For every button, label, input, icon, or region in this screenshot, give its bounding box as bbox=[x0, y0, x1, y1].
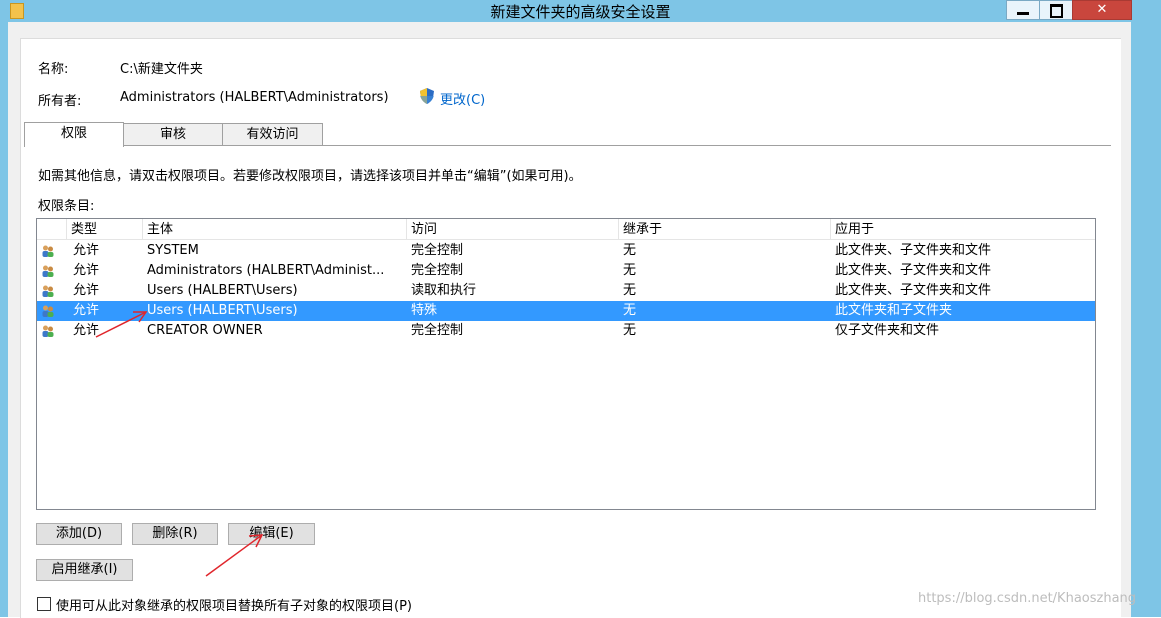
tab-effective-access[interactable]: 有效访问 bbox=[222, 123, 323, 146]
cell-inherited-from: 无 bbox=[623, 303, 637, 318]
close-button[interactable]: ✕ bbox=[1072, 0, 1132, 20]
cell-inherited-from: 无 bbox=[623, 263, 637, 278]
users-icon bbox=[42, 265, 54, 277]
cell-principal: Users (HALBERT\Users) bbox=[147, 283, 298, 298]
cell-applies-to: 此文件夹、子文件夹和文件 bbox=[835, 243, 992, 258]
cell-access: 读取和执行 bbox=[411, 283, 477, 298]
table-row[interactable]: 允许 CREATOR OWNER 完全控制 无 仅子文件夹和文件 bbox=[37, 321, 1095, 341]
cell-type: 允许 bbox=[73, 283, 100, 298]
header-principal[interactable]: 主体 bbox=[143, 219, 407, 239]
tab-permissions[interactable]: 权限 bbox=[24, 122, 124, 147]
owner-label: 所有者: bbox=[38, 94, 82, 109]
header-applies-to[interactable]: 应用于 bbox=[831, 219, 1095, 239]
maximize-icon bbox=[1050, 4, 1063, 18]
table-row[interactable]: 允许 Administrators (HALBERT\Administ... 完… bbox=[37, 261, 1095, 281]
tab-divider bbox=[24, 145, 1111, 146]
hint-text: 如需其他信息，请双击权限项目。若要修改权限项目，请选择该项目并单击“编辑”(如果… bbox=[38, 169, 582, 184]
remove-button[interactable]: 删除(R) bbox=[132, 523, 218, 545]
edit-button[interactable]: 编辑(E) bbox=[228, 523, 315, 545]
owner-value: Administrators (HALBERT\Administrators) bbox=[120, 90, 389, 105]
table-row[interactable]: 允许 Users (HALBERT\Users) 读取和执行 无 此文件夹、子文… bbox=[37, 281, 1095, 301]
minimize-button[interactable] bbox=[1006, 0, 1040, 20]
title-bar: 新建文件夹的高级安全设置 ✕ bbox=[0, 0, 1161, 22]
cell-applies-to: 仅子文件夹和文件 bbox=[835, 323, 940, 338]
name-label: 名称: bbox=[38, 62, 69, 77]
list-header: 类型 主体 访问 继承于 应用于 bbox=[37, 219, 1095, 240]
name-value: C:\新建文件夹 bbox=[120, 62, 203, 77]
users-icon bbox=[42, 305, 54, 317]
cell-principal: Users (HALBERT\Users) bbox=[147, 303, 298, 318]
tab-auditing[interactable]: 审核 bbox=[123, 123, 223, 146]
window-title: 新建文件夹的高级安全设置 bbox=[490, 3, 671, 21]
users-icon bbox=[42, 245, 54, 257]
cell-principal: CREATOR OWNER bbox=[147, 323, 263, 338]
cell-principal: SYSTEM bbox=[147, 243, 199, 258]
header-type[interactable]: 类型 bbox=[67, 219, 143, 239]
cell-type: 允许 bbox=[73, 303, 100, 318]
cell-principal: Administrators (HALBERT\Administ... bbox=[147, 263, 385, 278]
users-icon bbox=[42, 285, 54, 297]
entries-label: 权限条目: bbox=[38, 199, 95, 214]
header-inherited-from[interactable]: 继承于 bbox=[619, 219, 831, 239]
cell-applies-to: 此文件夹和子文件夹 bbox=[835, 303, 953, 318]
header-access[interactable]: 访问 bbox=[407, 219, 619, 239]
cell-type: 允许 bbox=[73, 323, 100, 338]
cell-access: 完全控制 bbox=[411, 263, 464, 278]
change-owner-link[interactable]: 更改(C) bbox=[440, 89, 485, 108]
window-frame-right bbox=[1131, 22, 1161, 617]
cell-applies-to: 此文件夹、子文件夹和文件 bbox=[835, 283, 992, 298]
window-frame-left bbox=[0, 22, 8, 617]
close-icon: ✕ bbox=[1096, 2, 1108, 17]
header-icon-col[interactable] bbox=[37, 219, 67, 239]
enable-inheritance-button[interactable]: 启用继承(I) bbox=[36, 559, 133, 581]
uac-shield-icon bbox=[420, 88, 434, 104]
add-button[interactable]: 添加(D) bbox=[36, 523, 122, 545]
watermark: https://blog.csdn.net/Khaoszhang bbox=[918, 591, 1137, 606]
cell-inherited-from: 无 bbox=[623, 323, 637, 338]
replace-child-permissions-label: 使用可从此对象继承的权限项目替换所有子对象的权限项目(P) bbox=[56, 599, 412, 614]
cell-type: 允许 bbox=[73, 243, 100, 258]
table-row[interactable]: 允许 SYSTEM 完全控制 无 此文件夹、子文件夹和文件 bbox=[37, 241, 1095, 261]
cell-access: 完全控制 bbox=[411, 323, 464, 338]
users-icon bbox=[42, 325, 54, 337]
cell-access: 特殊 bbox=[411, 303, 438, 318]
table-row-selected[interactable]: 允许 Users (HALBERT\Users) 特殊 无 此文件夹和子文件夹 bbox=[37, 301, 1095, 321]
cell-inherited-from: 无 bbox=[623, 283, 637, 298]
cell-type: 允许 bbox=[73, 263, 100, 278]
permission-entries-list[interactable]: 类型 主体 访问 继承于 应用于 允许 SYSTEM 完全控制 无 此文件夹、子… bbox=[36, 218, 1096, 510]
cell-applies-to: 此文件夹、子文件夹和文件 bbox=[835, 263, 992, 278]
maximize-button[interactable] bbox=[1039, 0, 1073, 20]
minimize-icon bbox=[1017, 12, 1029, 15]
replace-child-permissions-checkbox[interactable] bbox=[37, 597, 51, 611]
cell-inherited-from: 无 bbox=[623, 243, 637, 258]
cell-access: 完全控制 bbox=[411, 243, 464, 258]
